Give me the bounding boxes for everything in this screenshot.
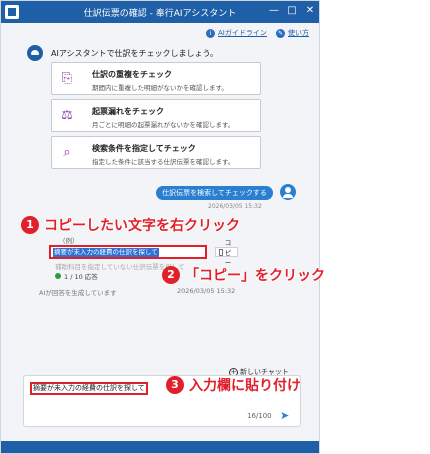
step2-badge: 2 (162, 266, 180, 284)
window-controls: — □ ✕ (265, 1, 319, 23)
option-condition-search[interactable]: ⌕ 検索条件を指定してチェック 指定した条件に該当する仕訳伝票を確認します。 (51, 136, 261, 169)
step1-badge: 1 (21, 216, 39, 234)
user-message: 仕訳伝票を検索してチェックする (156, 186, 273, 200)
send-icon[interactable]: ➤ (280, 409, 289, 422)
ai-guideline-label: AIガイドライン (218, 29, 267, 37)
copy-label: コピー (224, 239, 232, 267)
chat-input-field[interactable]: 摘要が未入力の経費の仕訳を探して (30, 382, 148, 395)
close-button[interactable]: ✕ (301, 1, 319, 23)
step3-badge: 3 (166, 376, 184, 394)
response-header: （例） (59, 237, 79, 245)
step2-text: 「コピー」をクリック (185, 268, 325, 284)
book-icon: ✎ (276, 28, 285, 38)
copy-menu-item[interactable]: コピー (215, 239, 238, 267)
duplicate-check-icon: ⎘ (61, 71, 73, 86)
option-title: 起票漏れをチェック (92, 107, 164, 116)
option-duplicate-check[interactable]: ⎘ 仕訳の重複をチェック 期間内に重複した明細がないかを確認します。 (51, 62, 261, 95)
copy-icon (219, 248, 223, 256)
status-dot-icon (55, 273, 61, 279)
scale-icon: ⚖ (61, 108, 73, 123)
step3-text: 入力欄に貼り付け (189, 378, 301, 394)
response-timestamp: 2026/03/05 15:32 (177, 287, 236, 295)
option-missing-entry[interactable]: ⚖ 起票漏れをチェック 月ごとに明細の起票漏れがないかを確認します。 (51, 99, 261, 132)
response-count-text: 1 / 10 応答 (64, 273, 98, 281)
minimize-button[interactable]: — (265, 1, 283, 23)
search-condition-icon: ⌕ (63, 145, 71, 160)
option-description: 月ごとに明細の起票漏れがないかを確認します。 (92, 121, 235, 129)
info-icon: i (206, 28, 215, 38)
ai-avatar (27, 45, 43, 61)
option-title: 検索条件を指定してチェック (92, 144, 196, 153)
howto-link[interactable]: ✎ 使い方 (276, 28, 309, 38)
selected-text[interactable]: 摘要が未入力の経費の仕訳を探して (53, 248, 159, 257)
selected-text-box[interactable]: 摘要が未入力の経費の仕訳を探して コピー (49, 239, 238, 267)
option-description: 期間内に重複した明細がないかを確認します。 (92, 84, 228, 92)
user-avatar (280, 184, 296, 200)
generation-status: AIが回答を生成しています (39, 289, 117, 297)
howto-label: 使い方 (288, 29, 309, 37)
toolbar: i AIガイドライン ✎ 使い方 (1, 23, 319, 43)
maximize-button[interactable]: □ (283, 1, 301, 23)
greeting-text: AIアシスタントで仕訳をチェックしましょう。 (51, 49, 219, 58)
step1-text: コピーしたい文字を右クリック (44, 218, 240, 234)
bottom-bar (1, 441, 319, 453)
option-title: 仕訳の重複をチェック (92, 70, 172, 79)
user-message-timestamp: 2026/03/05 15:32 (208, 203, 262, 210)
option-description: 指定した条件に該当する仕訳伝票を確認します。 (92, 158, 235, 166)
character-count: 16/100 (247, 412, 272, 420)
title-bar: 仕訳伝票の確認 - 奉行AIアシスタント — □ ✕ (1, 1, 319, 23)
ai-guideline-link[interactable]: i AIガイドライン (206, 28, 267, 38)
response-count: 1 / 10 応答 (55, 271, 98, 281)
